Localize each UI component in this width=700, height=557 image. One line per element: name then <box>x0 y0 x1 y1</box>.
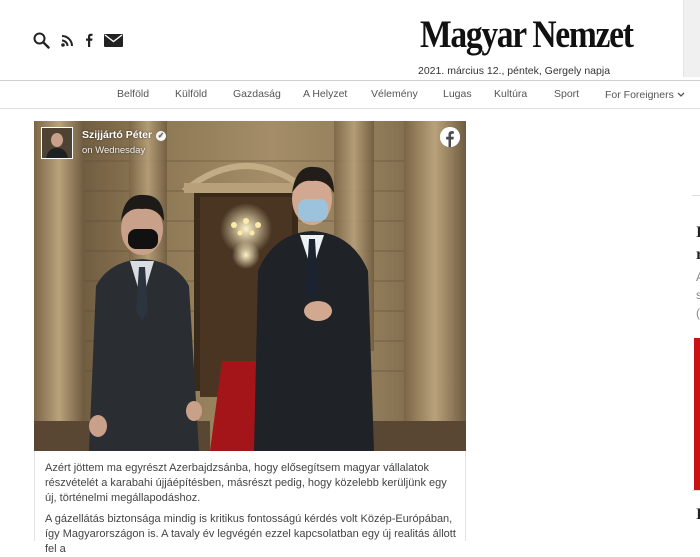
sidebar-article-title-fragment[interactable]: I <box>696 224 700 242</box>
author-avatar[interactable] <box>41 127 73 159</box>
date-line: 2021. március 12., péntek, Gergely napja <box>418 65 611 77</box>
nav-item-kulfold[interactable]: Külföld <box>175 88 207 100</box>
author-name-text: Szijjártó Péter <box>82 129 153 141</box>
header-side-panel <box>683 0 700 77</box>
divider <box>692 195 700 196</box>
facebook-post-embed[interactable]: Szijjártó Péter ✓ on Wednesday <box>34 121 466 451</box>
nav-item-kultura[interactable]: Kultúra <box>494 88 527 100</box>
sidebar-article-image[interactable] <box>694 338 700 490</box>
author-name[interactable]: Szijjártó Péter ✓ <box>82 129 167 141</box>
post-paragraph: Azért jöttem ma egyrészt Azerbajdzsánba,… <box>45 462 447 504</box>
sidebar-article-lead-fragment: ( <box>696 306 700 320</box>
nav-item-gazdasag[interactable]: Gazdaság <box>233 88 281 100</box>
post-header: Szijjártó Péter ✓ on Wednesday <box>34 121 466 169</box>
nav-item-sport[interactable]: Sport <box>554 88 579 100</box>
verified-icon: ✓ <box>156 131 167 141</box>
nav-item-a-helyzet[interactable]: A Helyzet <box>303 88 347 100</box>
search-icon[interactable] <box>32 31 50 49</box>
divider <box>692 490 700 491</box>
site-logo[interactable]: Magyar Nemzet <box>420 12 634 57</box>
nav-item-for-foreigners[interactable]: For Foreigners <box>605 88 685 101</box>
post-photo <box>34 121 466 451</box>
nav-item-lugas[interactable]: Lugas <box>443 88 472 100</box>
sidebar-article-title-fragment[interactable]: I <box>696 506 700 524</box>
rss-icon[interactable] <box>60 31 74 49</box>
post-text-block: Azért jöttem ma egyrészt Azerbajdzsánba,… <box>34 451 466 555</box>
site-header: Magyar Nemzet 2021. március 12., péntek,… <box>0 0 700 81</box>
post-paragraph: A gázellátás biztonsága mindig is kritik… <box>45 513 456 555</box>
mail-icon[interactable] <box>103 31 123 49</box>
nav-item-label: For Foreigners <box>605 89 674 101</box>
sidebar-article-lead-fragment: A <box>696 270 700 284</box>
sidebar-article-title-fragment[interactable]: r <box>696 246 700 264</box>
sidebar-article-lead-fragment: s <box>696 288 700 302</box>
main-nav: Belföld Külföld Gazdaság A Helyzet Vélem… <box>0 81 700 109</box>
chevron-down-icon <box>677 88 685 100</box>
nav-item-velemeny[interactable]: Vélemény <box>371 88 418 100</box>
nav-item-belfold[interactable]: Belföld <box>117 88 149 100</box>
post-time[interactable]: on Wednesday <box>82 145 145 156</box>
facebook-logo-icon[interactable] <box>440 127 460 147</box>
facebook-icon[interactable] <box>84 31 94 49</box>
